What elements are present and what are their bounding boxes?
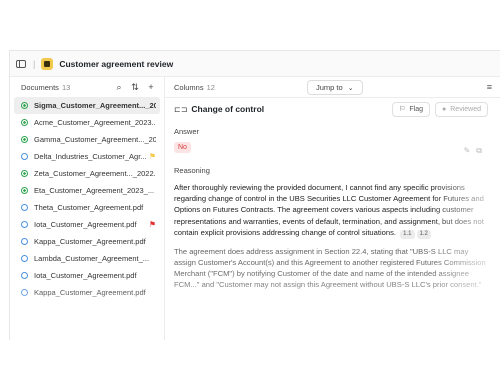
documents-count: 13 bbox=[61, 82, 71, 92]
answer-label: Answer bbox=[174, 127, 200, 136]
pending-status-icon bbox=[21, 204, 28, 211]
document-item[interactable]: Iota_Customer_Agreement.pdf ⚑ bbox=[14, 216, 160, 233]
sidebar-toggle-icon[interactable] bbox=[16, 59, 26, 68]
column-title-text: Change of control bbox=[191, 104, 265, 114]
document-name: Iota_Customer_Agreement.pdf bbox=[34, 220, 137, 229]
breadcrumb-separator: | bbox=[33, 58, 36, 69]
app-logo-icon bbox=[41, 57, 54, 70]
document-item[interactable]: Iota_Customer_Agreement.pdf bbox=[14, 267, 160, 284]
document-item[interactable]: Zeta_Customer_Agreement..._2022... bbox=[14, 165, 160, 182]
menu-icon[interactable]: ≡ bbox=[487, 82, 492, 92]
flag-icon: ⚐ bbox=[399, 106, 406, 113]
copy-icon[interactable]: ⧉ bbox=[476, 146, 488, 155]
edit-icon[interactable]: ✎ bbox=[464, 146, 477, 155]
citation-chip[interactable]: 1.1 bbox=[400, 229, 415, 239]
document-name: Lambda_Customer_Agreement_... bbox=[34, 254, 150, 263]
column-header: ⊏⊐ Change of control ⚐ Flag ● Reviewed bbox=[174, 98, 488, 120]
documents-label: Documents bbox=[21, 82, 59, 92]
document-name: Iota_Customer_Agreement.pdf bbox=[34, 271, 137, 280]
sort-icon[interactable]: ⇅ bbox=[128, 82, 142, 93]
pending-status-icon bbox=[21, 238, 28, 245]
document-name: Kappa_Customer_Agreement.pdf bbox=[34, 237, 146, 246]
column-type-icon: ⊏⊐ bbox=[174, 104, 188, 114]
document-item[interactable]: Sigma_Customer_Agreement..._20... bbox=[14, 97, 160, 114]
title-bar: | Customer agreement review bbox=[10, 51, 500, 77]
reasoning-paragraph-2: The agreement does address assignment in… bbox=[174, 246, 486, 290]
document-name: Sigma_Customer_Agreement..._20... bbox=[34, 101, 156, 110]
pending-status-icon bbox=[21, 153, 28, 160]
document-name: Gamma_Customer_Agreement..._20... bbox=[34, 135, 156, 144]
document-name: Eta_Customer_Agreement_2023_... bbox=[34, 186, 155, 195]
jump-to-dropdown[interactable]: Jump to ⌄ bbox=[307, 80, 363, 95]
window-title: Customer agreement review bbox=[59, 58, 174, 69]
column-detail-panel: ⊏⊐ Change of control ⚐ Flag ● Reviewed A… bbox=[165, 97, 500, 340]
pending-status-icon bbox=[21, 221, 28, 228]
document-item[interactable]: Gamma_Customer_Agreement..._20... bbox=[14, 131, 160, 148]
completed-status-icon bbox=[21, 119, 28, 126]
pending-status-icon bbox=[21, 289, 28, 296]
document-item[interactable]: Kappa_Customer_Agreement.pdf bbox=[14, 233, 160, 250]
document-name: Kappa_Customer_Agreement.pdf bbox=[34, 288, 146, 297]
document-list: Sigma_Customer_Agreement..._20... Acme_Cu… bbox=[10, 97, 164, 301]
columns-count: 12 bbox=[206, 82, 215, 92]
reasoning-label: Reasoning bbox=[174, 166, 210, 175]
answer-tools: ✎⧉ bbox=[464, 146, 488, 156]
document-item[interactable]: Delta_Industries_Customer_Agr... ⚑ bbox=[14, 148, 160, 165]
answer-badge: No bbox=[174, 142, 191, 153]
documents-header: Documents 13 ⌕ ⇅ + bbox=[10, 77, 164, 97]
reasoning-paragraph-1: After thoroughly reviewing the provided … bbox=[174, 182, 488, 239]
jump-to-label: Jump to bbox=[316, 83, 343, 92]
documents-sidebar: Documents 13 ⌕ ⇅ + Sigma_Customer_Agreem… bbox=[10, 77, 165, 340]
completed-status-icon bbox=[21, 102, 28, 109]
chevron-down-icon: ⌄ bbox=[347, 84, 354, 92]
document-item[interactable]: Kappa_Customer_Agreement.pdf bbox=[14, 284, 160, 301]
document-name: Delta_Industries_Customer_Agr... bbox=[34, 152, 146, 161]
document-name: Zeta_Customer_Agreement..._2022... bbox=[34, 169, 156, 178]
citation-chip[interactable]: 1.2 bbox=[416, 229, 431, 239]
completed-status-icon bbox=[21, 170, 28, 177]
pending-status-icon bbox=[21, 255, 28, 262]
reasoning-text-1: After thoroughly reviewing the provided … bbox=[174, 183, 484, 237]
document-name: Acme_Customer_Agreement_2023.... bbox=[34, 118, 156, 127]
reviewed-label: Reviewed bbox=[450, 105, 481, 113]
column-title: ⊏⊐ Change of control bbox=[174, 104, 264, 114]
document-item[interactable]: Theta_Customer_Agreement.pdf bbox=[14, 199, 160, 216]
reviewed-button[interactable]: ● Reviewed bbox=[435, 101, 488, 117]
document-item[interactable]: Eta_Customer_Agreement_2023_... bbox=[14, 182, 160, 199]
app-window: | Customer agreement review Documents 13… bbox=[9, 50, 500, 340]
columns-bar: Columns 12 Jump to ⌄ ≡ bbox=[165, 77, 500, 97]
pending-status-icon bbox=[21, 272, 28, 279]
flag-icon[interactable]: ⚑ bbox=[149, 220, 156, 229]
search-icon[interactable]: ⌕ bbox=[112, 82, 126, 93]
check-circle-icon: ● bbox=[442, 105, 447, 113]
flag-button[interactable]: ⚐ Flag bbox=[392, 101, 431, 117]
flag-label: Flag bbox=[409, 105, 424, 113]
completed-status-icon bbox=[21, 187, 28, 194]
columns-label: Columns bbox=[174, 82, 204, 92]
completed-status-icon bbox=[21, 136, 28, 143]
document-item[interactable]: Lambda_Customer_Agreement_... bbox=[14, 250, 160, 267]
document-name: Theta_Customer_Agreement.pdf bbox=[34, 203, 144, 212]
add-icon[interactable]: + bbox=[144, 82, 158, 92]
flag-icon[interactable]: ⚑ bbox=[149, 152, 156, 161]
document-item[interactable]: Acme_Customer_Agreement_2023.... bbox=[14, 114, 160, 131]
